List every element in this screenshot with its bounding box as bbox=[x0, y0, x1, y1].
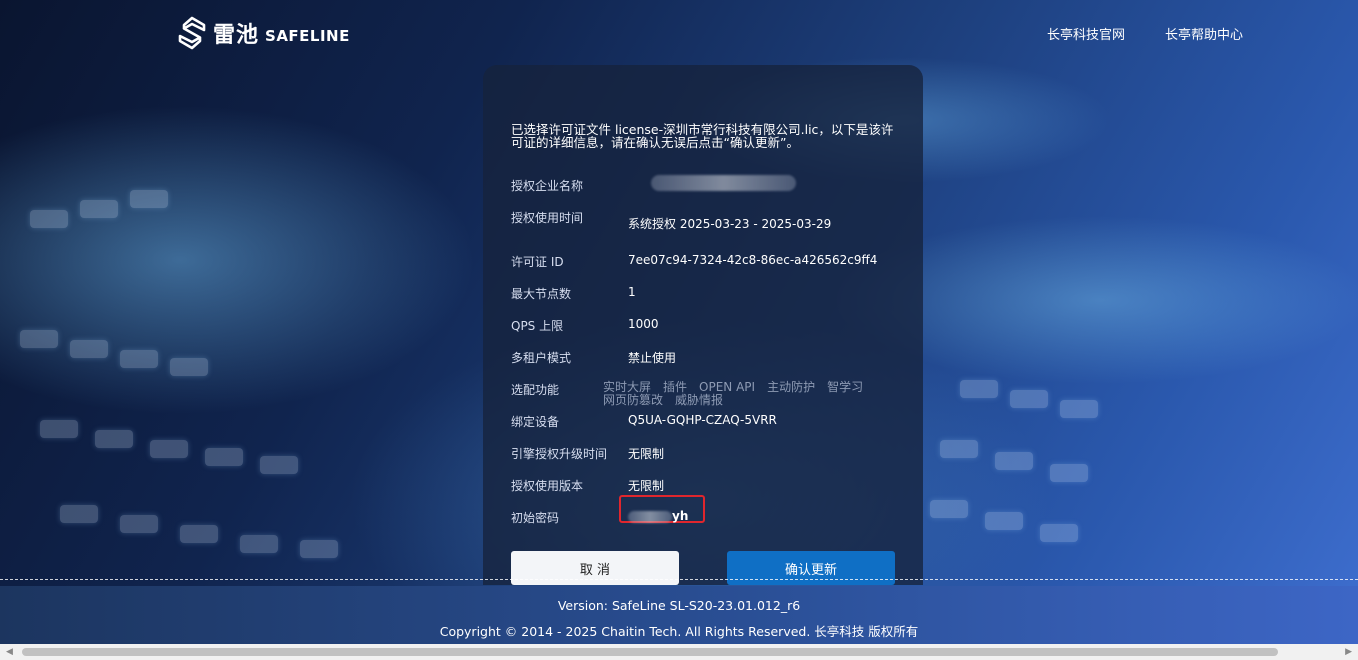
password-visible-part: yh bbox=[672, 509, 689, 523]
bg-key bbox=[180, 525, 218, 543]
initial-password-value: yh bbox=[628, 509, 688, 523]
max-nodes-value: 1 bbox=[628, 285, 636, 299]
device-label: 绑定设备 bbox=[511, 415, 560, 429]
version-label: 授权使用版本 bbox=[511, 479, 584, 493]
bg-key bbox=[300, 540, 338, 558]
qps-label: QPS 上限 bbox=[511, 319, 564, 333]
nav-link-official-site[interactable]: 长亭科技官网 bbox=[1047, 24, 1125, 43]
license-id-label: 许可证 ID bbox=[511, 255, 564, 269]
bg-key bbox=[1010, 390, 1048, 408]
bg-key bbox=[1060, 400, 1098, 418]
redacted-blur bbox=[628, 510, 672, 523]
scrollbar-thumb[interactable] bbox=[22, 648, 1278, 656]
bg-key bbox=[30, 210, 68, 228]
bg-key bbox=[20, 330, 58, 348]
safeline-logo-icon bbox=[178, 16, 206, 50]
bg-key bbox=[240, 535, 278, 553]
bg-key bbox=[260, 456, 298, 474]
bg-key bbox=[930, 500, 968, 518]
brand-logo[interactable]: 雷池 SAFELINE bbox=[177, 16, 350, 50]
company-label: 授权企业名称 bbox=[511, 179, 584, 193]
horizontal-scrollbar[interactable]: ◀ ▶ bbox=[0, 644, 1358, 660]
scroll-right-icon[interactable]: ▶ bbox=[1345, 647, 1352, 657]
license-intro-text: 已选择许可证文件 license-深圳市常行科技有限公司.lic，以下是该许可证… bbox=[511, 122, 894, 150]
time-value: 系统授权 2025-03-23 - 2025-03-29 bbox=[628, 217, 832, 231]
feature-item: 威胁情报 bbox=[675, 393, 724, 407]
bg-key bbox=[40, 420, 78, 438]
bg-key bbox=[150, 440, 188, 458]
tenant-label: 多租户模式 bbox=[511, 351, 572, 365]
bg-key bbox=[130, 190, 168, 208]
initial-password-label: 初始密码 bbox=[511, 511, 560, 525]
feature-item: 网页防篡改 bbox=[603, 393, 664, 407]
bg-key bbox=[1040, 524, 1078, 542]
footer-copyright: Copyright © 2014 - 2025 Chaitin Tech. Al… bbox=[439, 624, 919, 639]
version-value: 无限制 bbox=[628, 479, 665, 493]
qps-value: 1000 bbox=[628, 317, 659, 331]
brand-name-cn: 雷池 bbox=[213, 23, 260, 48]
footer-version: Version: SafeLine SL-S20-23.01.012_r6 bbox=[557, 598, 801, 613]
license-id-value: 7ee07c94-7324-42c8-86ec-a426562c9ff4 bbox=[628, 253, 878, 267]
feature-item: 主动防护 bbox=[767, 380, 816, 394]
bg-key bbox=[170, 358, 208, 376]
engine-upgrade-value: 无限制 bbox=[628, 447, 665, 461]
scroll-left-icon[interactable]: ◀ bbox=[6, 647, 13, 657]
brand-name-en: SAFELINE bbox=[265, 27, 350, 45]
company-value-redacted bbox=[651, 175, 796, 194]
bg-key bbox=[95, 430, 133, 448]
bg-key bbox=[205, 448, 243, 466]
bg-key bbox=[70, 340, 108, 358]
redacted-blur bbox=[651, 175, 796, 191]
license-confirm-card: 已选择许可证文件 license-深圳市常行科技有限公司.lic，以下是该许可证… bbox=[483, 65, 923, 585]
bg-key bbox=[985, 512, 1023, 530]
bg-key bbox=[995, 452, 1033, 470]
device-value: Q5UA-GQHP-CZAQ-5VRR bbox=[628, 413, 777, 427]
time-label: 授权使用时间 bbox=[511, 211, 584, 225]
features-list: 实时大屏 插件 OPEN API 主动防护 智学习 网页防篡改 威胁情报 bbox=[603, 381, 893, 407]
bg-key bbox=[60, 505, 98, 523]
max-nodes-label: 最大节点数 bbox=[511, 287, 572, 301]
feature-item: 智学习 bbox=[827, 380, 864, 394]
tenant-value: 禁止使用 bbox=[628, 351, 677, 365]
nav-link-help-center[interactable]: 长亭帮助中心 bbox=[1165, 24, 1243, 43]
bg-key bbox=[1050, 464, 1088, 482]
page: 雷池 SAFELINE 长亭科技官网 长亭帮助中心 已选择许可证文件 licen… bbox=[0, 0, 1358, 660]
divider bbox=[0, 579, 1358, 580]
bg-key bbox=[940, 440, 978, 458]
bg-key bbox=[120, 350, 158, 368]
engine-upgrade-label: 引擎授权升级时间 bbox=[511, 447, 608, 461]
bg-key bbox=[960, 380, 998, 398]
bg-key bbox=[120, 515, 158, 533]
footer: Version: SafeLine SL-S20-23.01.012_r6 Co… bbox=[0, 586, 1358, 644]
top-nav: 长亭科技官网 长亭帮助中心 bbox=[1047, 24, 1243, 43]
bg-key bbox=[80, 200, 118, 218]
top-header: 雷池 SAFELINE 长亭科技官网 长亭帮助中心 bbox=[0, 0, 1358, 66]
